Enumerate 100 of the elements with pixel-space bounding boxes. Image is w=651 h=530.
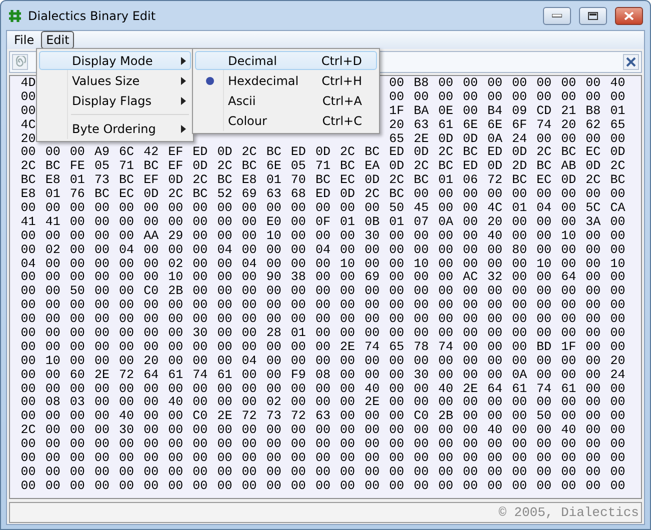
hex-cell-text: 6E [486, 118, 504, 133]
close-button[interactable] [615, 6, 643, 24]
menu-item[interactable]: Values Size [39, 71, 191, 90]
hex-cell-text: 00 [142, 244, 160, 258]
hex-cell-text: 00 [265, 244, 282, 258]
hex-cell-text: 20 [560, 118, 578, 133]
hex-cell-text: 00 [167, 299, 184, 314]
hex-cell-text: C0 [192, 410, 209, 424]
hex-cell-text: 00 [462, 244, 479, 258]
menu-item[interactable]: File [9, 31, 40, 49]
hex-cell-text: 2E [462, 382, 479, 396]
hex-cell-text: 00 [412, 230, 430, 244]
hex-cell-text: 00 [93, 285, 110, 300]
minimize-button[interactable] [543, 6, 571, 24]
hex-cell-text: 72 [240, 410, 258, 424]
hex-cell-text: 10 [167, 271, 184, 286]
menu-item[interactable]: Hexdecimal Ctrl+H [195, 71, 377, 90]
hex-cell-text: 41 [20, 216, 37, 230]
hex-cell-text: 00 [560, 452, 578, 466]
close-icon[interactable] [623, 54, 639, 70]
hex-cell-text: 00 [314, 354, 332, 369]
hex-cell-text: 00 [314, 258, 332, 272]
hex-cell-text: EC [118, 188, 136, 202]
hex-cell-text: 00 [68, 202, 86, 216]
menu-item[interactable]: Display Mode [39, 51, 191, 70]
hex-cell-text: 00 [265, 258, 282, 272]
hex-cell-text: 6C [118, 146, 136, 160]
hex-cell-text: 00 [290, 396, 307, 410]
hex-cell-text: 00 [118, 396, 136, 410]
menu-item[interactable]: Decimal Ctrl+D [195, 51, 377, 70]
hex-cell-text: 00 [44, 258, 62, 272]
hex-cell-text: 00 [388, 90, 406, 105]
menu-item[interactable]: Edit [41, 31, 74, 49]
hex-cell-text: 00 [142, 396, 160, 410]
hex-cell-text: 00 [290, 424, 307, 438]
hex-cell-text: 00 [314, 438, 332, 452]
hex-cell-text: 00 [314, 202, 332, 216]
menu-item[interactable]: Display Flags [39, 91, 191, 110]
hex-cell-text: 00 [93, 410, 110, 424]
hex-cell-text: 00 [44, 299, 62, 314]
hex-cell-text: 00 [364, 313, 381, 328]
hex-cell-text: 20 [20, 132, 37, 146]
hex-cell-text: EA [364, 160, 381, 174]
hex-cell-text: 00 [192, 271, 209, 286]
menu-item[interactable]: Byte Ordering [39, 119, 191, 138]
hex-cell-text: 00 [93, 382, 110, 396]
hex-cell-text: 00 [437, 244, 454, 258]
hex-cell-text: 00 [240, 313, 258, 328]
hex-cell-text: 63 [314, 410, 332, 424]
hex-cell-text: 01 [510, 202, 528, 216]
hex-cell-text: 00 [536, 77, 553, 91]
close-icon [624, 12, 634, 20]
hex-cell-text: 30 [192, 327, 209, 341]
hex-cell-text: 00 [486, 313, 504, 328]
hex-cell-text: 00 [93, 466, 110, 480]
hex-cell-text: 00 [486, 466, 504, 480]
hex-cell-text: 2C [167, 188, 184, 202]
hex-cell-text: 00 [68, 313, 86, 328]
hex-cell-text: 2E [93, 368, 110, 383]
hex-cell-text: 00 [20, 410, 37, 424]
hex-cell-text: 4C [20, 118, 37, 133]
hex-cell-text: 00 [560, 299, 578, 314]
hex-cell-text: 2E [364, 396, 381, 410]
hex-cell-text: 00 [265, 313, 282, 328]
hex-cell-text: 00 [192, 438, 209, 452]
hex-cell-text: 00 [192, 480, 209, 494]
hex-cell-text: 00 [536, 132, 553, 146]
hex-cell-text: 00 [437, 354, 454, 369]
hex-cell-text: 00 [142, 258, 160, 272]
hex-cell-text: 30 [364, 230, 381, 244]
hex-cell-text: 00 [216, 258, 234, 272]
hex-cell-text: 00 [437, 396, 454, 410]
hex-cell-text: ED [290, 146, 307, 160]
hex-cell-text: 00 [240, 244, 258, 258]
hex-cell-text: 00 [437, 188, 454, 202]
hex-cell-text: 00 [192, 452, 209, 466]
hex-cell-text: 00 [486, 299, 504, 314]
hex-cell-text: 00 [364, 299, 381, 314]
hex-cell-text: 00 [93, 438, 110, 452]
maximize-button[interactable] [579, 6, 607, 24]
maximize-icon [588, 12, 598, 20]
hex-cell-text: 00 [265, 424, 282, 438]
hex-cell-text: 00 [68, 146, 86, 160]
hex-cell-text: 00 [510, 271, 528, 286]
menu-item[interactable]: Colour Ctrl+C [195, 111, 377, 130]
hex-cell-text: 00 [20, 396, 37, 410]
hex-cell-text: BC [44, 160, 62, 174]
hex-cell-text: 04 [240, 354, 258, 369]
hex-cell-text: 00 [536, 466, 553, 480]
hex-cell-text: 2C [388, 174, 406, 188]
hex-cell-text: 00 [290, 285, 307, 300]
hex-cell-text: 00 [510, 313, 528, 328]
hex-cell-text: 00 [560, 313, 578, 328]
hex-cell-text: 00 [364, 410, 381, 424]
hex-cell-text: 00 [462, 354, 479, 369]
menu-item[interactable]: Ascii Ctrl+A [195, 91, 377, 110]
hex-cell-text: 0D [412, 146, 430, 160]
hex-cell-text: 24 [609, 368, 626, 383]
hex-cell-text: 00 [364, 368, 381, 383]
hex-cell-text: 00 [412, 382, 430, 396]
